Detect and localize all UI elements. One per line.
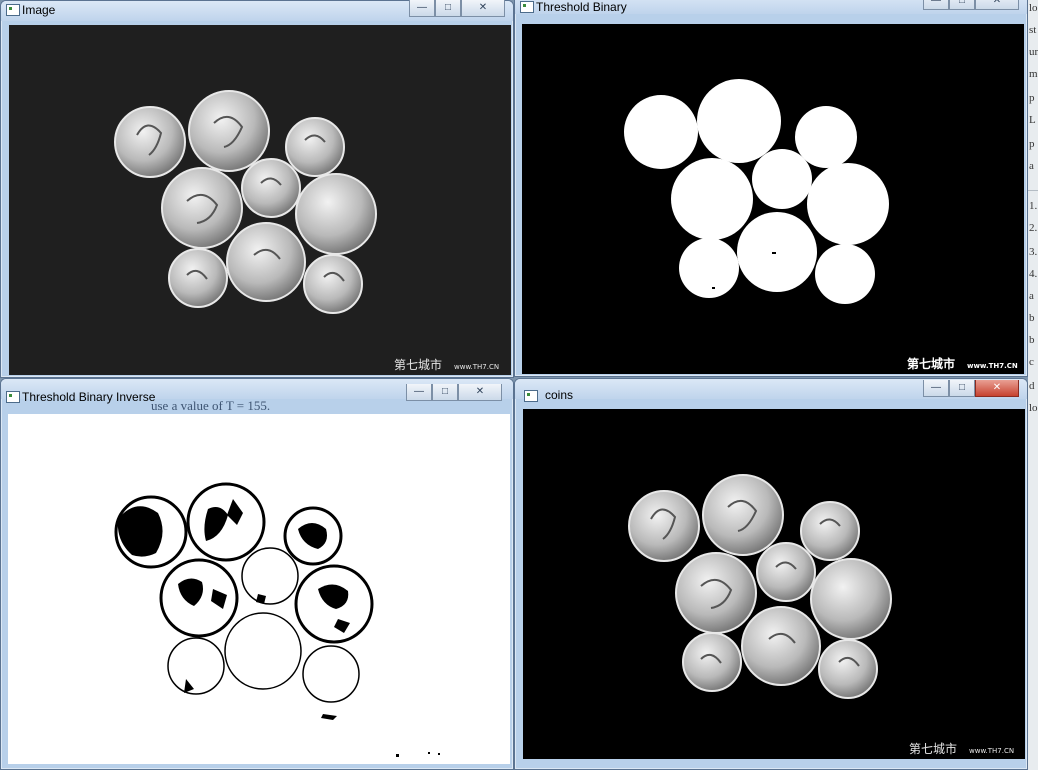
window-title: Threshold Binary Inverse (22, 390, 156, 404)
coin (241, 158, 301, 218)
coin (303, 254, 363, 314)
background-text-fragment: a (1029, 160, 1034, 172)
titlebar[interactable]: Threshold Binary — □ ✕ (515, 0, 1027, 14)
coin-mask (737, 212, 817, 292)
window-coins[interactable]: coins — □ ✕ 第七城市 www.TH7.CN (514, 378, 1028, 770)
window-image[interactable]: Image — □ ✕ 第七城市 www.TH7.CN (0, 0, 514, 378)
minimize-button[interactable]: — (406, 384, 432, 401)
coin (810, 558, 892, 640)
background-text-fragment: b (1029, 334, 1035, 346)
coin-mask (671, 158, 753, 240)
coins-grayscale-image: 第七城市 www.TH7.CN (9, 25, 511, 375)
coins-canvas: 第七城市 www.TH7.CN (523, 409, 1025, 759)
coin-mask (815, 244, 875, 304)
threshold-binary-canvas: 第七城市 www.TH7.CN (522, 24, 1024, 374)
watermark-url: www.TH7.CN (967, 362, 1018, 370)
coin (675, 552, 757, 634)
maximize-button[interactable]: □ (949, 380, 975, 397)
background-text-fragment: st (1029, 24, 1037, 36)
coin (741, 606, 821, 686)
background-text-fragment: c (1029, 356, 1034, 368)
watermark-cn: 第七城市 (907, 356, 955, 371)
background-text-fragment: 3. (1029, 246, 1038, 258)
coin (168, 248, 228, 308)
minimize-button[interactable]: — (923, 0, 949, 10)
inverse-mask-image (8, 414, 510, 764)
close-button[interactable]: ✕ (975, 380, 1019, 397)
coin (818, 639, 878, 699)
coin (682, 632, 742, 692)
threshold-binary-inverse-canvas (8, 414, 510, 764)
background-text-fragment: a (1029, 290, 1034, 302)
coin-mask (624, 95, 698, 169)
coin (226, 222, 306, 302)
window-title: Image (22, 3, 56, 17)
maximize-button[interactable]: □ (949, 0, 975, 10)
background-text-fragment: p (1029, 92, 1035, 104)
window-title: coins (545, 388, 574, 402)
window-threshold-binary[interactable]: Threshold Binary — □ ✕ 第七城市 www.TH7.CN (514, 0, 1028, 377)
coin-mask (679, 238, 739, 298)
coin (800, 501, 860, 561)
background-text-fragment: un (1029, 46, 1038, 58)
background-text-fragment: lo (1029, 402, 1038, 414)
app-icon (6, 391, 20, 403)
background-text-fragment: 2. (1029, 222, 1038, 234)
maximize-button[interactable]: □ (432, 384, 458, 401)
window-title: Threshold Binary (536, 0, 627, 14)
coins-masked-image: 第七城市 www.TH7.CN (523, 409, 1025, 759)
watermark-cn: 第七城市 (909, 741, 957, 756)
background-text-fragment: L (1029, 114, 1036, 126)
coin-mask (795, 106, 857, 168)
binary-mask-image: 第七城市 www.TH7.CN (522, 24, 1024, 374)
app-icon (6, 4, 20, 16)
background-document-strip: lo st un m p Lp a 1. 2. 3. 4. a b b c d lo (1028, 0, 1038, 770)
coin (702, 474, 784, 556)
background-text-fragment: b (1029, 312, 1035, 324)
maximize-button[interactable]: □ (435, 0, 461, 17)
minimize-button[interactable]: — (409, 0, 435, 17)
background-text-fragment: 4. (1029, 268, 1038, 280)
app-icon (524, 390, 538, 402)
background-text-fragment: d (1029, 380, 1035, 392)
titlebar[interactable]: Threshold Binary Inverse — □ ✕ (1, 379, 513, 404)
app-icon (520, 1, 534, 13)
titlebar[interactable]: coins — □ ✕ (515, 379, 1027, 402)
background-text-fragment: p (1029, 138, 1035, 150)
titlebar[interactable]: Image — □ ✕ (1, 0, 513, 21)
watermark-cn: 第七城市 (394, 357, 442, 372)
image-canvas: 第七城市 www.TH7.CN (9, 25, 511, 375)
coin (285, 117, 345, 177)
close-button[interactable]: ✕ (975, 0, 1019, 10)
watermark-url: www.TH7.CN (454, 363, 499, 371)
coin-mask (752, 149, 812, 209)
coin (628, 490, 700, 562)
minimize-button[interactable]: — (923, 380, 949, 397)
window-threshold-binary-inverse[interactable]: Threshold Binary Inverse — □ ✕ use a val… (0, 378, 514, 770)
coin (295, 173, 377, 255)
background-text-fragment: m (1029, 68, 1038, 80)
coin (756, 542, 816, 602)
close-button[interactable]: ✕ (458, 384, 502, 401)
background-text-fragment: lo (1029, 2, 1038, 14)
background-text-fragment: 1. (1029, 200, 1038, 212)
watermark-url: www.TH7.CN (969, 747, 1014, 755)
background-text-ghost: use a value of T = 155. (151, 401, 271, 411)
close-button[interactable]: ✕ (461, 0, 505, 17)
coin-mask (807, 163, 889, 245)
coin (114, 106, 186, 178)
coin (161, 167, 243, 249)
coin-mask (697, 79, 781, 163)
coin (188, 90, 270, 172)
